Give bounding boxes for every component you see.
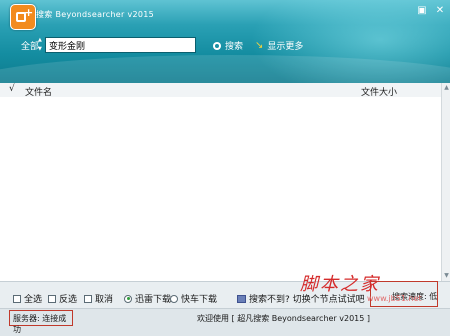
select-all-label: 全选	[24, 295, 43, 305]
header-banner: + 搜索 Beyondsearcher v2015 ▣ ✕ 全部 ▲▼ 搜索 ↘…	[0, 0, 450, 83]
maximize-button[interactable]: ▣	[416, 5, 428, 17]
checkbox-icon	[48, 294, 56, 303]
select-column-header[interactable]: √	[9, 84, 15, 94]
cancel-label: 取消	[95, 295, 114, 305]
watermark-text: 脚本之家	[300, 274, 380, 295]
checkbox-icon	[84, 294, 92, 303]
node-switch-icon	[237, 294, 246, 303]
window-title: 搜索 Beyondsearcher v2015	[36, 10, 155, 19]
select-all-checkbox[interactable]: 全选	[13, 292, 42, 305]
scroll-up-icon[interactable]: ▲	[442, 83, 450, 93]
thunder-download-label: 迅雷下载	[135, 295, 172, 305]
app-window: + 搜索 Beyondsearcher v2015 ▣ ✕ 全部 ▲▼ 搜索 ↘…	[0, 0, 450, 336]
flashget-download-radio[interactable]: 快车下载	[170, 292, 217, 305]
arrow-down-icon: ↘	[255, 39, 264, 51]
vertical-scrollbar[interactable]: ▲ ▼	[441, 83, 450, 281]
welcome-text: 欢迎使用 [ 超凡搜索 Beyondsearcher v2015 ]	[197, 314, 371, 323]
checkbox-icon	[13, 294, 21, 303]
watermark-url: www.jb51.net	[367, 294, 422, 303]
thunder-download-radio[interactable]: 迅雷下载	[124, 292, 171, 305]
results-header: √ 文件名 文件大小	[0, 83, 441, 98]
radio-icon	[170, 294, 178, 303]
scroll-down-icon[interactable]: ▼	[442, 271, 450, 281]
search-button-label: 搜索	[225, 42, 244, 52]
scope-selector-label[interactable]: 全部	[21, 39, 39, 52]
radio-selected-icon	[124, 294, 132, 303]
window-controls: ▣ ✕	[416, 5, 446, 17]
invert-label: 反选	[59, 295, 78, 305]
invert-checkbox[interactable]: 反选	[48, 292, 77, 305]
cancel-checkbox[interactable]: 取消	[84, 292, 113, 305]
close-button[interactable]: ✕	[434, 5, 446, 17]
server-status: 服务器: 连接成功	[9, 310, 73, 334]
search-icon	[213, 41, 221, 50]
search-button[interactable]: 搜索	[213, 39, 243, 52]
app-logo-icon: +	[10, 4, 36, 30]
show-more-label: 显示更多	[267, 42, 304, 52]
results-list[interactable]	[0, 97, 441, 281]
flashget-download-label: 快车下载	[181, 295, 218, 305]
search-input[interactable]	[45, 37, 196, 53]
show-more-button[interactable]: ↘ 显示更多	[255, 39, 303, 52]
scope-spinner-icon[interactable]: ▲ ▼	[38, 38, 42, 52]
